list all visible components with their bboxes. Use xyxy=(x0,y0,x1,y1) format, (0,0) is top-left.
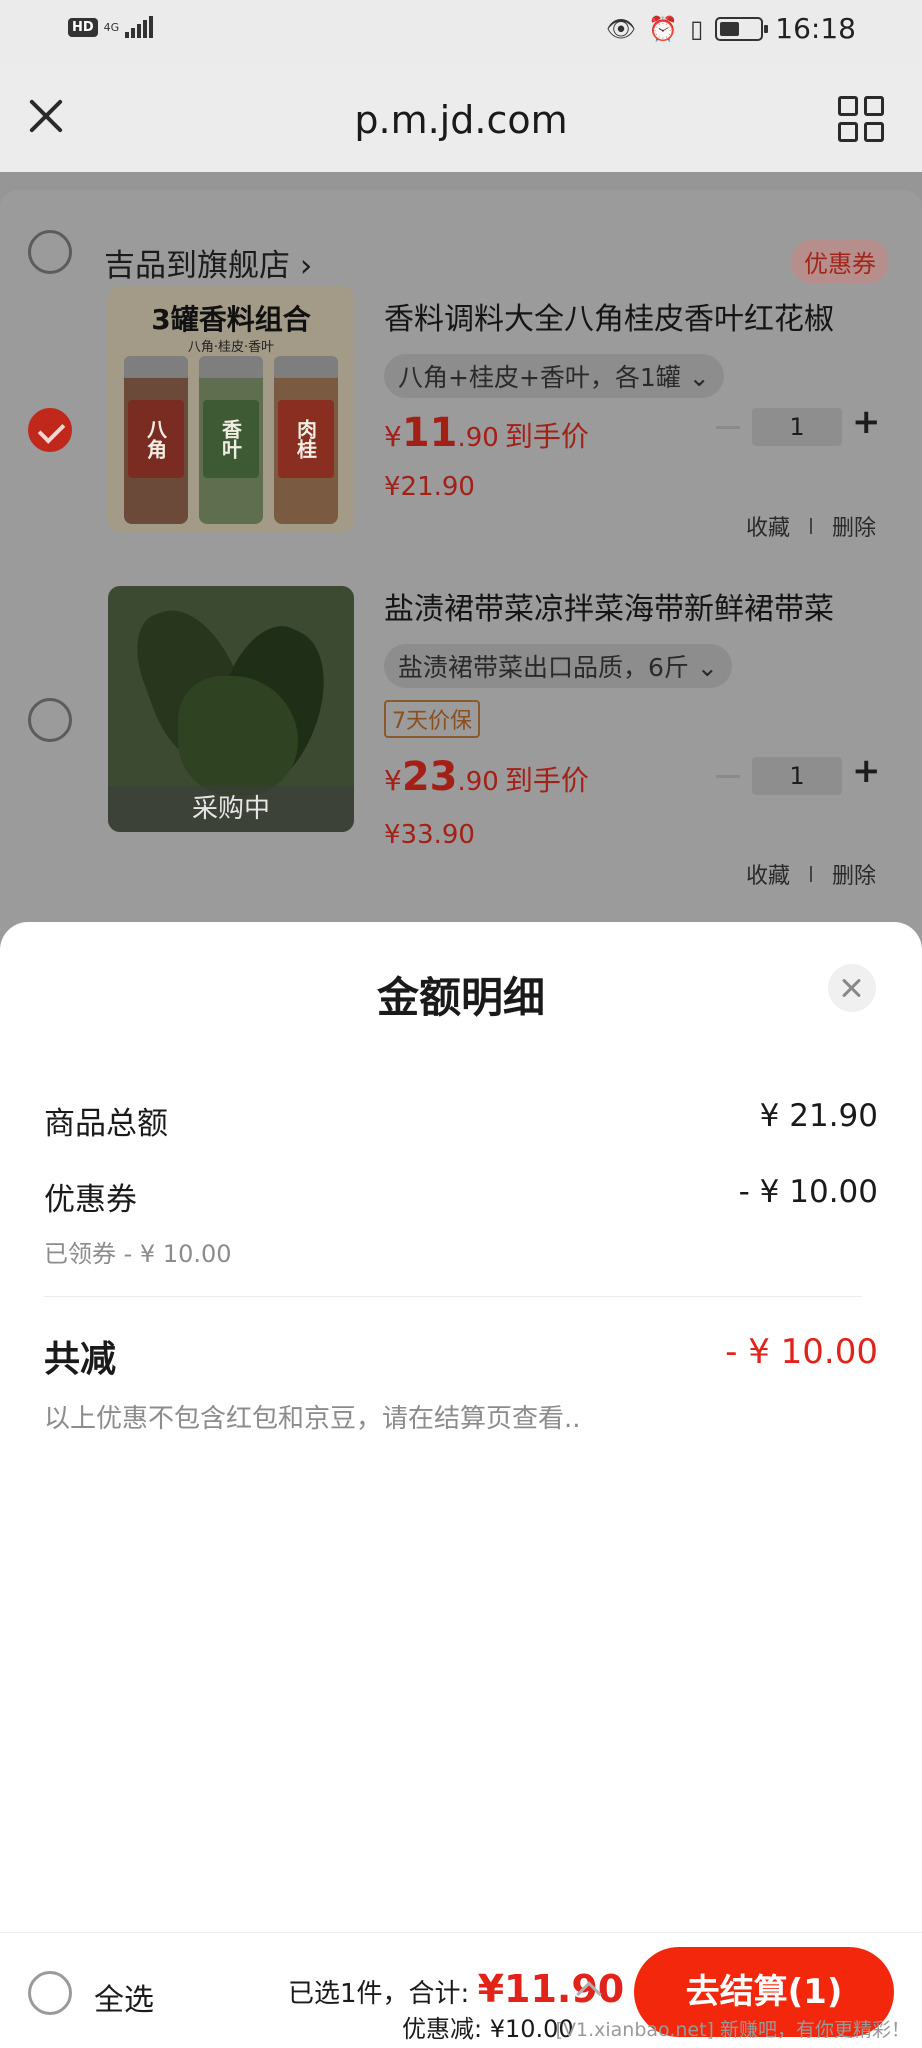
hd-badge: HD xyxy=(68,17,98,37)
price-integer: 11 xyxy=(401,410,458,456)
selected-summary: 已选1件，合计: ¥11.90 xyxy=(288,1967,624,2011)
item-select-radio[interactable] xyxy=(28,408,72,452)
item-actions: 收藏 删除 xyxy=(746,858,876,890)
qty-plus-button[interactable]: + xyxy=(852,751,881,791)
divider xyxy=(44,1296,862,1297)
goods-total-label: 商品总额 xyxy=(44,1106,168,1142)
product-image[interactable]: 采购中 xyxy=(108,586,354,832)
browser-header: p.m.jd.com xyxy=(0,62,922,172)
original-price: ¥33.90 xyxy=(384,820,475,850)
item-actions: 收藏 删除 xyxy=(746,510,876,542)
total-amount: ¥11.90 xyxy=(477,1967,625,2011)
network-type: 4G xyxy=(103,20,120,34)
select-all-label[interactable]: 全选 xyxy=(94,1975,154,2019)
sheet-title: 金额明细 xyxy=(376,973,545,1022)
total-discount-label: 共减 xyxy=(44,1339,117,1380)
coupon-badge[interactable]: 优惠券 xyxy=(792,240,888,283)
price-label: 到手价 xyxy=(504,764,589,797)
product-title[interactable]: 香料调料大全八角桂皮香叶红花椒 xyxy=(384,294,834,338)
spec-selector[interactable]: 八角+桂皮+香叶，各1罐 ⌄ xyxy=(384,354,724,398)
jar-label: 肉桂 xyxy=(278,400,334,478)
battery-icon xyxy=(715,16,769,41)
deal-price: ¥23.90 到手价 xyxy=(384,754,589,800)
original-price: ¥21.90 xyxy=(384,472,475,502)
purchasing-overlay: 采购中 xyxy=(108,786,354,832)
shop-name-text: 吉品到旗舰店 xyxy=(104,248,290,284)
jar: 香叶 xyxy=(199,356,263,524)
delete-link[interactable]: 删除 xyxy=(832,858,876,890)
product-title[interactable]: 盐渍裙带菜凉拌菜海带新鲜裙带菜 xyxy=(384,584,834,628)
price-protect-tag: 7天价保 xyxy=(384,700,480,738)
price-decimal: .90 xyxy=(457,423,499,453)
shop-select-radio[interactable] xyxy=(28,230,72,274)
eye-icon: 👁 xyxy=(605,14,637,43)
price-label: 到手价 xyxy=(504,420,589,453)
status-left: HD 4G xyxy=(68,16,154,38)
separator xyxy=(809,518,812,534)
select-all-radio[interactable] xyxy=(28,1971,72,2015)
coupon-note: 已领券 - ¥ 10.00 xyxy=(44,1240,232,1268)
separator xyxy=(809,866,812,882)
cart-background: 吉品到旗舰店 › 优惠券 3罐香料组合 八角·桂皮·香叶 八角 香叶 肉桂 香料… xyxy=(0,172,922,950)
status-bar: HD 4G 👁 ⏰ ▯ 16:18 xyxy=(0,0,922,62)
checkout-bar: 全选 已选1件，合计: ¥11.90 优惠减: ¥10.00 去结算(1) [V… xyxy=(0,1932,922,2048)
price-currency: ¥ xyxy=(384,420,402,453)
signal-icon xyxy=(125,16,154,38)
qty-minus-button[interactable] xyxy=(716,426,740,429)
price-decimal: .90 xyxy=(457,767,499,797)
alarm-icon: ⏰ xyxy=(648,14,679,43)
shop-name[interactable]: 吉品到旗舰店 › xyxy=(104,240,312,285)
quantity-field[interactable]: 1 xyxy=(752,408,842,446)
goods-total-value: ¥ 21.90 xyxy=(759,1098,878,1134)
url-text: p.m.jd.com xyxy=(354,98,568,142)
watermark-text: [V1.xianbao.net] 新赚吧，有你更精彩！ xyxy=(555,2019,910,2041)
qty-minus-button[interactable] xyxy=(716,775,740,778)
price-integer: 23 xyxy=(401,754,458,800)
jar: 八角 xyxy=(124,356,188,524)
favorite-link[interactable]: 收藏 xyxy=(746,858,790,890)
status-right: 👁 ⏰ ▯ 16:18 xyxy=(606,12,856,45)
image-subtitle: 八角·桂皮·香叶 xyxy=(187,340,275,355)
quantity-field[interactable]: 1 xyxy=(752,757,842,795)
chevron-right-icon: › xyxy=(299,248,313,284)
discount-amount[interactable]: 优惠减: ¥10.00 xyxy=(402,2009,574,2044)
coupon-value: - ¥ 10.00 xyxy=(738,1174,878,1210)
amount-detail-sheet: 金额明细 商品总额 ¥ 21.90 优惠券 - ¥ 10.00 已领券 - ¥ … xyxy=(0,922,922,1932)
spec-selector[interactable]: 盐渍裙带菜出口品质，6斤 ⌄ xyxy=(384,644,732,688)
price-currency: ¥ xyxy=(384,764,402,797)
clock: 16:18 xyxy=(775,12,856,45)
deal-price: ¥11.90 到手价 xyxy=(384,410,589,456)
image-title: 3罐香料组合 xyxy=(151,303,311,336)
menu-grid-icon[interactable] xyxy=(838,96,884,142)
coupon-label: 优惠券 xyxy=(44,1182,137,1218)
close-icon[interactable] xyxy=(828,964,876,1012)
jar: 肉桂 xyxy=(274,356,338,524)
item-select-radio[interactable] xyxy=(28,698,72,742)
product-image[interactable]: 3罐香料组合 八角·桂皮·香叶 八角 香叶 肉桂 xyxy=(108,286,354,532)
vibrate-icon: ▯ xyxy=(690,14,704,43)
jar-label: 香叶 xyxy=(203,400,259,478)
discount-note: 以上优惠不包含红包和京豆，请在结算页查看.. xyxy=(44,1404,581,1434)
total-discount-value: - ¥ 10.00 xyxy=(725,1332,878,1372)
summary-label: 已选1件，合计: xyxy=(288,1979,470,2009)
delete-link[interactable]: 删除 xyxy=(832,510,876,542)
qty-plus-button[interactable]: + xyxy=(852,402,881,442)
jar-label: 八角 xyxy=(128,400,184,478)
favorite-link[interactable]: 收藏 xyxy=(746,510,790,542)
